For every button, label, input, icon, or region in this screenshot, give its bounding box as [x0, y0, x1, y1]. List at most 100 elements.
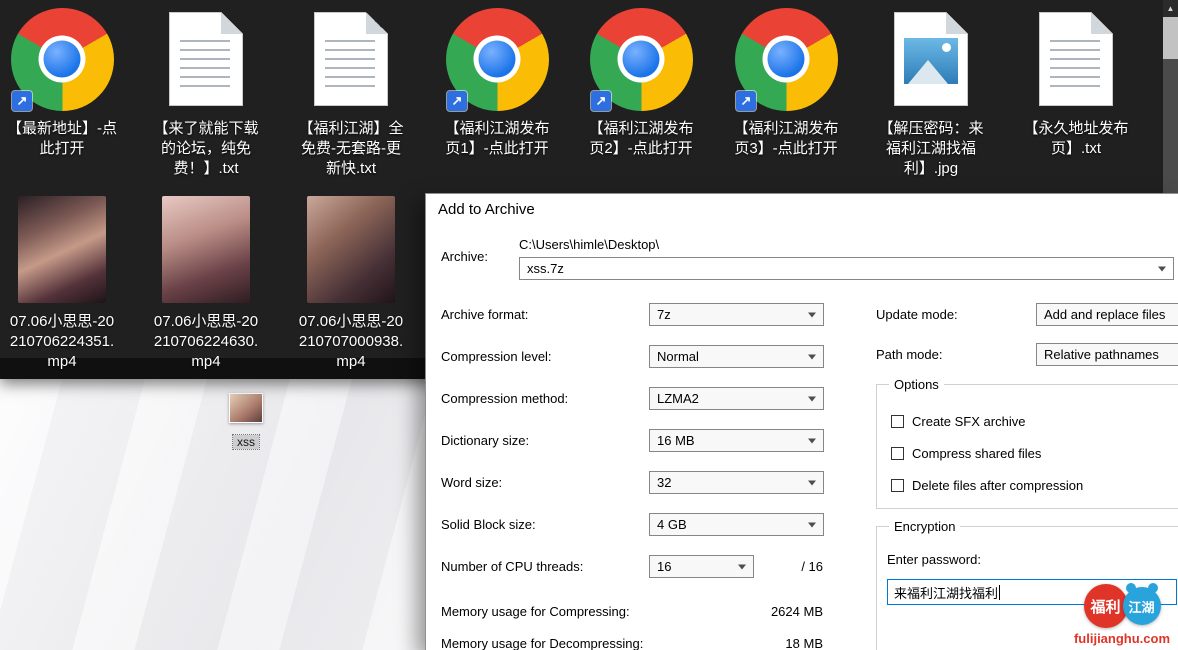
checkbox-compress-shared[interactable]: Compress shared files	[891, 446, 1041, 461]
archive-name-combobox[interactable]: xss.7z	[519, 257, 1174, 280]
archive-name-value: xss.7z	[527, 261, 564, 276]
photo-preview	[904, 38, 958, 84]
desktop-icon-chrome-shortcut-2[interactable]: ↗ 【福利江湖发布页1】-点此打开	[441, 6, 553, 159]
cpu-threads-combobox[interactable]: 16	[649, 555, 754, 578]
field-label: Number of CPU threads:	[441, 559, 583, 574]
update-mode-label: Update mode:	[876, 307, 958, 322]
desktop-icon-video-2[interactable]: 07.06小思思-20210706224630.mp4	[150, 196, 262, 372]
dictionary-size-combobox[interactable]: 16 MB	[649, 429, 824, 452]
folder-label: xss	[233, 435, 259, 449]
desktop-folder-xss[interactable]: xss	[214, 393, 278, 449]
checkbox-delete-after[interactable]: Delete files after compression	[891, 478, 1083, 493]
combo-value: 4 GB	[657, 517, 687, 532]
path-mode-combobox[interactable]: Relative pathnames	[1036, 343, 1178, 366]
combo-value: LZMA2	[657, 391, 699, 406]
solid-block-size-combobox[interactable]: 4 GB	[649, 513, 824, 536]
text-file-icon	[1039, 12, 1113, 106]
text-lines-icon	[1050, 40, 1100, 92]
mouse-icon: 江湖	[1123, 587, 1161, 625]
scroll-up-icon[interactable]: ▲	[1163, 0, 1178, 17]
chevron-down-icon	[808, 480, 816, 485]
password-value: 来福利江湖找福利	[894, 583, 998, 602]
combo-value: 16	[657, 559, 671, 574]
checkbox-label: Create SFX archive	[912, 414, 1025, 429]
shortcut-arrow-icon: ↗	[591, 91, 611, 111]
scrollbar-thumb[interactable]	[1163, 17, 1178, 59]
video-thumbnail	[162, 196, 250, 303]
desktop-icon-txt-1[interactable]: 【来了就能下载的论坛，纯免费！】.txt	[150, 6, 262, 179]
compression-method-combobox[interactable]: LZMA2	[649, 387, 824, 410]
desktop-icon-chrome-shortcut-3[interactable]: ↗ 【福利江湖发布页2】-点此打开	[585, 6, 697, 159]
checkbox-create-sfx[interactable]: Create SFX archive	[891, 414, 1025, 429]
video-thumbnail	[18, 196, 106, 303]
archive-path: C:\Users\himle\Desktop\	[519, 237, 659, 252]
archive-format-combobox[interactable]: 7z	[649, 303, 824, 326]
combo-value: Add and replace files	[1044, 307, 1165, 322]
password-label: Enter password:	[887, 552, 981, 567]
shortcut-arrow-icon: ↗	[736, 91, 756, 111]
compression-level-combobox[interactable]: Normal	[649, 345, 824, 368]
chevron-down-icon	[808, 354, 816, 359]
field-label: Archive format:	[441, 307, 528, 322]
word-size-combobox[interactable]: 32	[649, 471, 824, 494]
video-thumbnail	[307, 196, 395, 303]
text-file-icon	[169, 12, 243, 106]
icon-label: 07.06小思思-20210706224630.mp4	[150, 312, 262, 372]
field-label: Compression level:	[441, 349, 552, 364]
combo-value: 32	[657, 475, 671, 490]
mountain-icon	[908, 60, 948, 84]
chevron-down-icon	[808, 312, 816, 317]
desktop-icon-txt-2[interactable]: 【福利江湖】全免费-无套路-更新快.txt	[295, 6, 407, 179]
watermark-url: fulijianghu.com	[1070, 631, 1174, 646]
screen: ↗ 【最新地址】-点此打开 【来了就能下载的论坛，纯免费！】.txt 【福利江湖…	[0, 0, 1178, 650]
image-file-icon	[894, 12, 968, 106]
shortcut-arrow-icon: ↗	[12, 91, 32, 111]
icon-label: 【福利江湖发布页1】-点此打开	[441, 119, 553, 159]
brand-badge-red: 福利	[1084, 584, 1128, 628]
text-lines-icon	[180, 40, 230, 92]
options-group-title: Options	[889, 377, 944, 392]
chevron-down-icon	[808, 522, 816, 527]
memory-decompress-value: 18 MB	[785, 636, 823, 650]
field-label: Word size:	[441, 475, 502, 490]
icon-label: 【福利江湖发布页2】-点此打开	[585, 119, 697, 159]
update-mode-combobox[interactable]: Add and replace files	[1036, 303, 1178, 326]
checkbox-icon	[891, 415, 904, 428]
combo-value: 16 MB	[657, 433, 695, 448]
icon-label: 07.06小思思-20210707000938.mp4	[295, 312, 407, 372]
memory-decompress-label: Memory usage for Decompressing:	[441, 636, 643, 650]
encryption-group-title: Encryption	[889, 519, 960, 534]
field-label: Compression method:	[441, 391, 568, 406]
site-watermark: 福利 江湖 fulijianghu.com	[1070, 584, 1174, 646]
text-file-icon	[314, 12, 388, 106]
folder-thumbnail	[229, 393, 263, 423]
memory-compress-label: Memory usage for Compressing:	[441, 604, 630, 619]
icon-label: 【永久地址发布页】.txt	[1020, 119, 1132, 159]
text-lines-icon	[325, 40, 375, 92]
desktop-icon-video-1[interactable]: 07.06小思思-20210706224351.mp4	[6, 196, 118, 372]
combo-value: Normal	[657, 349, 699, 364]
icon-label: 【来了就能下载的论坛，纯免费！】.txt	[150, 119, 262, 179]
icon-label: 【解压密码：来福利江湖找福利】.jpg	[875, 119, 987, 179]
checkbox-icon	[891, 479, 904, 492]
desktop-icon-video-3[interactable]: 07.06小思思-20210707000938.mp4	[295, 196, 407, 372]
combo-value: Relative pathnames	[1044, 347, 1159, 362]
desktop-icon-txt-3[interactable]: 【永久地址发布页】.txt	[1020, 6, 1132, 159]
chevron-down-icon	[738, 564, 746, 569]
combo-value: 7z	[657, 307, 671, 322]
icon-label: 【福利江湖】全免费-无套路-更新快.txt	[295, 119, 407, 179]
desktop-icon-chrome-shortcut-4[interactable]: ↗ 【福利江湖发布页3】-点此打开	[730, 6, 842, 159]
watermark-logo: 福利 江湖	[1070, 584, 1174, 628]
field-label: Solid Block size:	[441, 517, 536, 532]
checkbox-icon	[891, 447, 904, 460]
dialog-title: Add to Archive	[438, 201, 535, 218]
page-fold-icon	[221, 12, 243, 34]
archive-label: Archive:	[441, 249, 488, 264]
page-fold-icon	[946, 12, 968, 34]
icon-label: 【福利江湖发布页3】-点此打开	[730, 119, 842, 159]
shortcut-arrow-icon: ↗	[447, 91, 467, 111]
chevron-down-icon	[808, 438, 816, 443]
desktop-icon-jpg[interactable]: 【解压密码：来福利江湖找福利】.jpg	[875, 6, 987, 179]
desktop-icon-chrome-shortcut-1[interactable]: ↗ 【最新地址】-点此打开	[6, 6, 118, 159]
icon-label: 【最新地址】-点此打开	[6, 119, 118, 159]
